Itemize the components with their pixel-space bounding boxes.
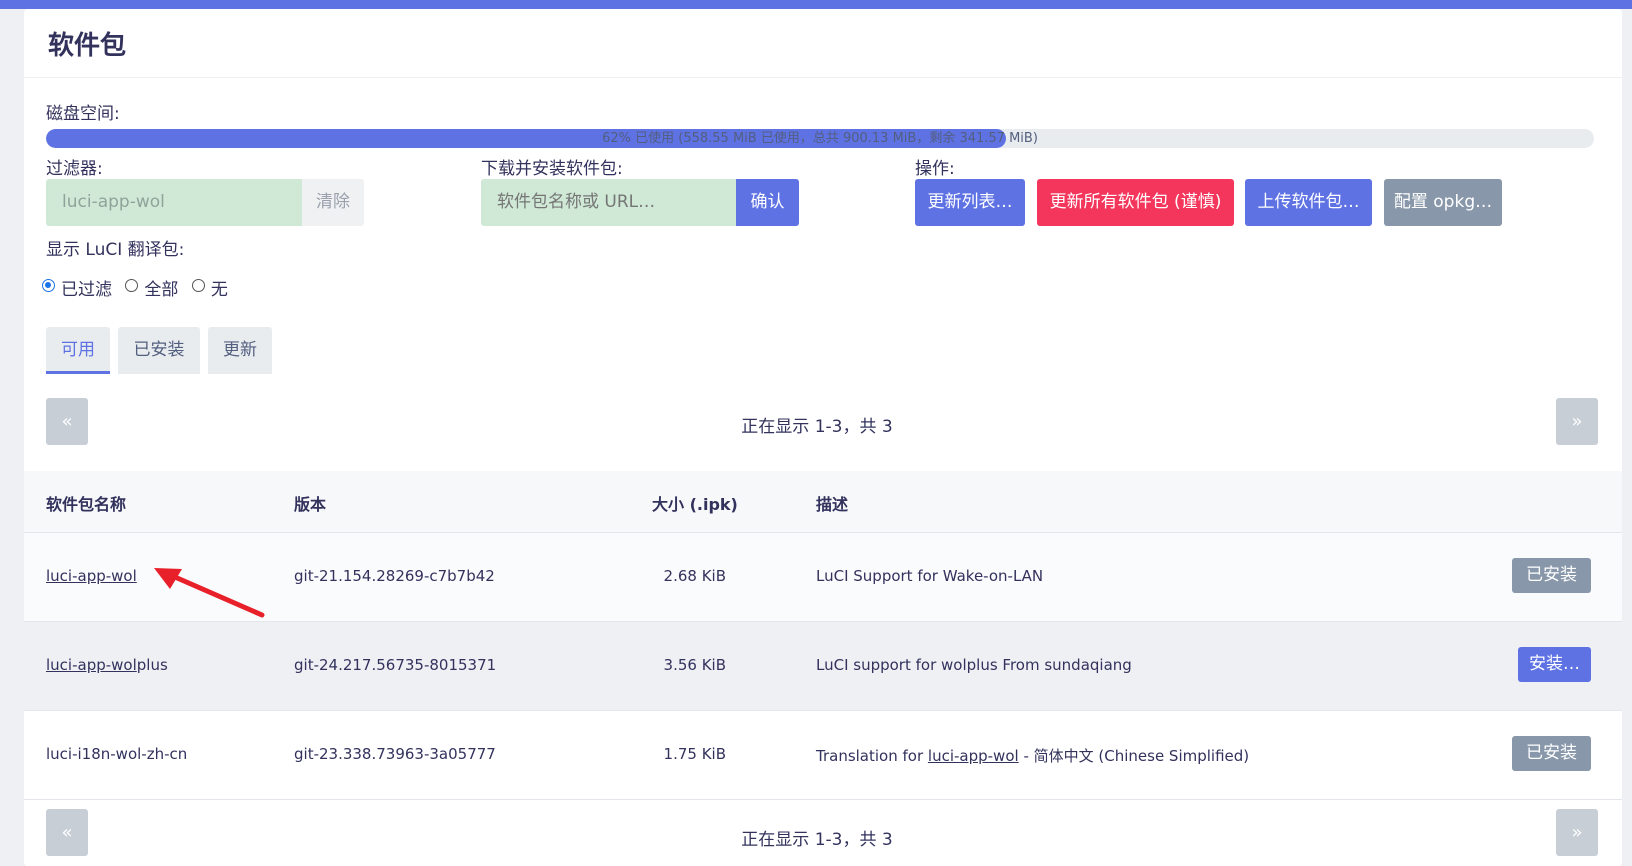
package-name-suffix: plus xyxy=(136,656,168,674)
package-name-link[interactable]: luci-app-wol xyxy=(46,567,137,585)
tab-installed[interactable]: 已安装 xyxy=(118,327,200,374)
installed-button[interactable]: 已安装 xyxy=(1512,558,1591,593)
pager-status: 正在显示 1-3，共 3 xyxy=(741,417,893,437)
translations-label: 显示 LuCI 翻译包: xyxy=(46,240,185,260)
annotation-arrow-icon xyxy=(154,568,265,618)
radio-none-label: 无 xyxy=(210,280,228,300)
package-size: 1.75 KiB xyxy=(663,745,726,763)
header-description: 描述 xyxy=(816,495,849,514)
header-version: 版本 xyxy=(294,495,327,514)
radio-filtered[interactable] xyxy=(42,279,55,292)
disk-usage-bar: 62% 已使用 (558.55 MiB 已使用，总共 900.13 MiB，剩余… xyxy=(46,129,1594,148)
pager-next-button[interactable]: » xyxy=(1556,809,1598,856)
update-lists-button[interactable]: 更新列表… xyxy=(915,179,1025,226)
table-row: luci-app-wolplus git-24.217.56735-801537… xyxy=(24,622,1622,711)
pager-prev-button[interactable]: « xyxy=(46,398,88,445)
disk-usage-text: 62% 已使用 (558.55 MiB 已使用，总共 900.13 MiB，剩余… xyxy=(602,131,1038,146)
title-bar: 软件包 xyxy=(24,9,1622,78)
package-version: git-24.217.56735-8015371 xyxy=(294,656,497,674)
radio-all-label: 全部 xyxy=(144,280,179,300)
upgrade-all-button[interactable]: 更新所有软件包 (谨慎) xyxy=(1037,179,1234,226)
header-size: 大小 (.ipk) xyxy=(652,495,738,514)
package-description: Translation for luci-app-wol - 简体中文 (Chi… xyxy=(816,745,1249,766)
description-suffix: - 简体中文 (Chinese Simplified) xyxy=(1018,747,1250,765)
package-name: luci-app-wolplus xyxy=(46,656,168,674)
package-size: 3.56 KiB xyxy=(663,656,726,674)
table-row: luci-i18n-wol-zh-cn git-23.338.73963-3a0… xyxy=(24,711,1622,800)
filter-input[interactable] xyxy=(46,179,302,226)
tab-updates[interactable]: 更新 xyxy=(208,327,272,374)
table-header: 软件包名称 版本 大小 (.ipk) 描述 xyxy=(24,471,1622,533)
translations-radio-group: 已过滤 全部 无 xyxy=(42,275,236,300)
actions-label: 操作: xyxy=(915,159,955,179)
radio-filtered-label: 已过滤 xyxy=(61,280,112,300)
pager-prev-button[interactable]: « xyxy=(46,809,88,856)
configure-opkg-button[interactable]: 配置 opkg… xyxy=(1384,179,1502,226)
disk-space-label: 磁盘空间: xyxy=(46,104,120,124)
clear-filter-button[interactable]: 清除 xyxy=(302,179,364,226)
top-accent-bar xyxy=(0,0,1632,9)
description-prefix: Translation for xyxy=(816,747,928,765)
pager-status: 正在显示 1-3，共 3 xyxy=(741,830,893,850)
package-description: LuCI Support for Wake-on-LAN xyxy=(816,567,1044,585)
upload-package-button[interactable]: 上传软件包… xyxy=(1245,179,1372,226)
package-url-input[interactable] xyxy=(481,179,737,226)
description-link[interactable]: luci-app-wol xyxy=(928,747,1019,765)
installed-button[interactable]: 已安装 xyxy=(1512,736,1591,771)
package-name: luci-i18n-wol-zh-cn xyxy=(46,745,188,763)
package-version: git-21.154.28269-c7b7b42 xyxy=(294,567,495,585)
header-name: 软件包名称 xyxy=(46,495,127,514)
package-version: git-23.338.73963-3a05777 xyxy=(294,745,496,763)
tab-available[interactable]: 可用 xyxy=(46,327,110,374)
install-button[interactable]: 安装… xyxy=(1518,647,1591,682)
radio-none[interactable] xyxy=(191,279,205,292)
confirm-download-button[interactable]: 确认 xyxy=(736,179,799,226)
package-size: 2.68 KiB xyxy=(663,567,726,585)
radio-all[interactable] xyxy=(125,279,139,292)
package-name-link[interactable]: luci-app-wol xyxy=(46,656,137,674)
packages-card: 软件包 磁盘空间: 62% 已使用 (558.55 MiB 已使用，总共 900… xyxy=(24,9,1622,866)
page-title: 软件包 xyxy=(48,31,127,61)
pager-next-button[interactable]: » xyxy=(1556,398,1598,445)
download-label: 下载并安装软件包: xyxy=(481,159,623,179)
filter-label: 过滤器: xyxy=(46,159,103,179)
package-description: LuCI support for wolplus From sundaqiang xyxy=(816,656,1132,674)
